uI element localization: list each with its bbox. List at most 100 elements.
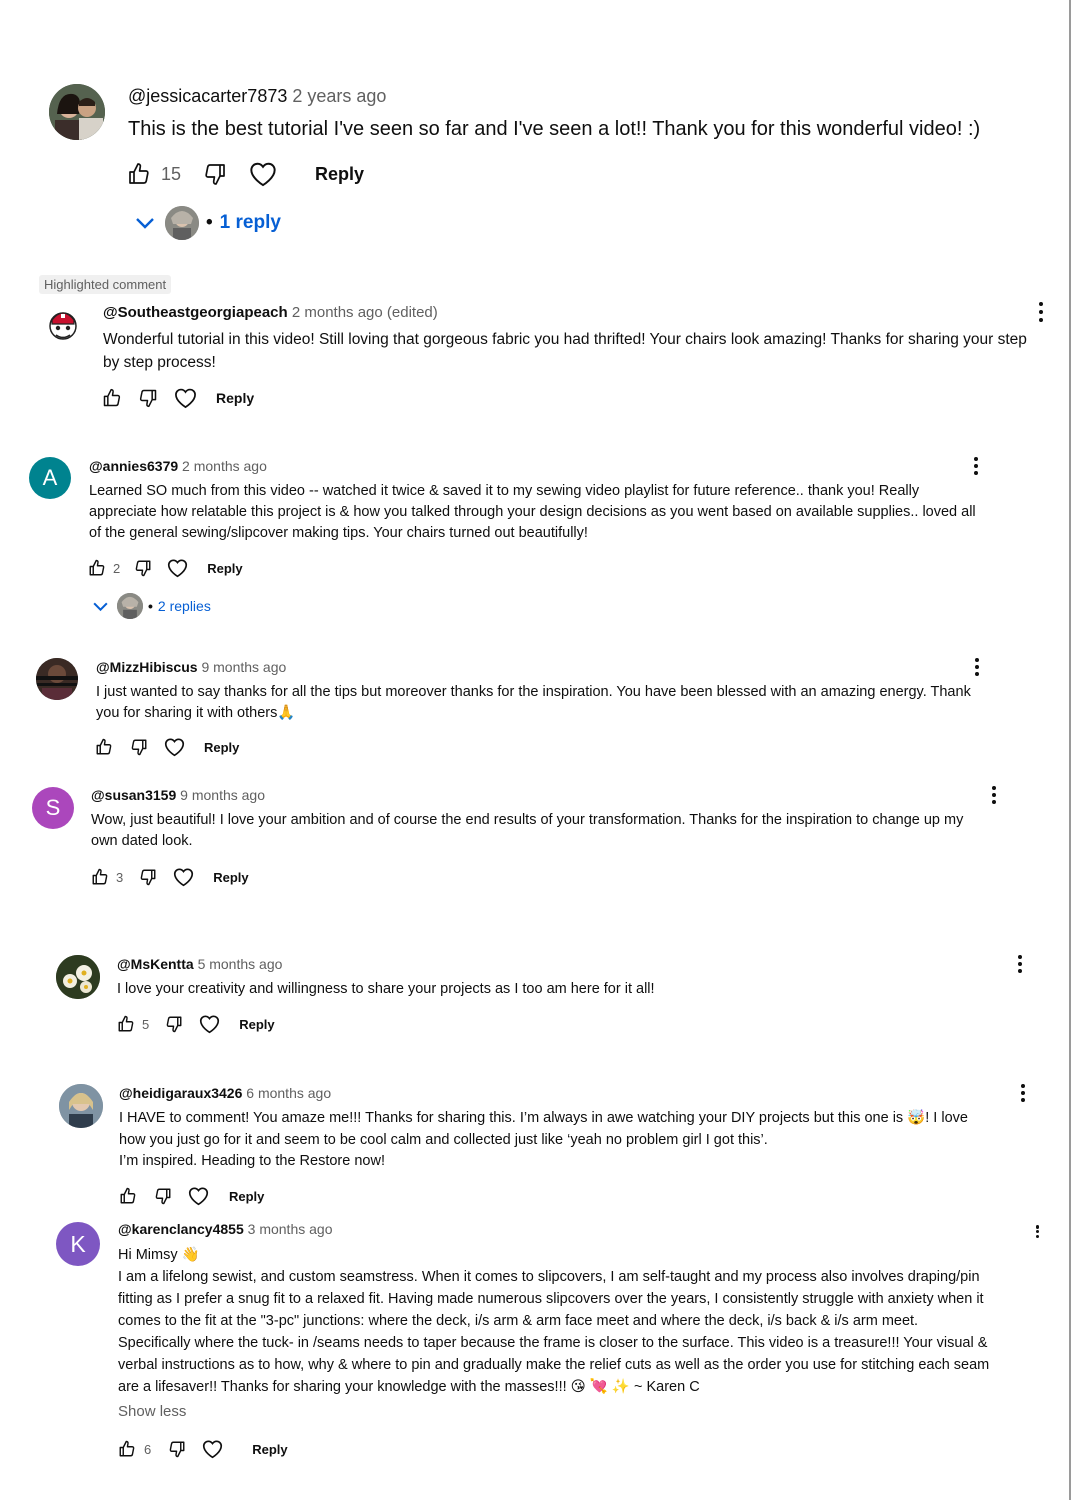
comment-author[interactable]: @MsKentta xyxy=(117,956,194,972)
dislike-button[interactable] xyxy=(168,1440,186,1458)
comment-author[interactable]: @karenclancy4855 xyxy=(118,1221,244,1237)
comment-text-line: I love your creativity and willingness t… xyxy=(117,981,655,997)
comment-text-line: you for sharing it with others🙏 xyxy=(96,705,296,721)
dislike-button[interactable] xyxy=(154,1187,172,1205)
comment-author[interactable]: @heidigaraux3426 xyxy=(119,1085,242,1101)
heart-button[interactable] xyxy=(173,867,194,887)
thumb-up-icon xyxy=(96,738,112,755)
heart-button[interactable] xyxy=(188,1186,209,1206)
heart-button[interactable] xyxy=(202,1439,223,1459)
dislike-button[interactable] xyxy=(139,868,157,886)
comment-time[interactable]: 9 months ago xyxy=(180,787,265,803)
avatar[interactable]: A xyxy=(29,457,71,499)
more-options-icon[interactable] xyxy=(1017,955,1023,973)
reply-button[interactable]: Reply xyxy=(229,1189,264,1204)
heart-icon xyxy=(188,1187,209,1206)
comment-text-line: comes to the fit at the "3-pc" junctions… xyxy=(118,1313,919,1329)
like-button[interactable]: 3 xyxy=(91,868,123,886)
thumb-up-icon xyxy=(92,868,108,885)
more-options-icon[interactable] xyxy=(1038,302,1044,322)
like-button[interactable]: 15 xyxy=(127,162,181,186)
comment-time[interactable]: 2 months ago (edited) xyxy=(292,304,438,321)
chevron-down-icon xyxy=(136,218,154,229)
heart-button[interactable] xyxy=(167,558,188,578)
more-options-icon[interactable] xyxy=(973,457,979,475)
dislike-button[interactable] xyxy=(203,162,227,186)
avatar[interactable]: S xyxy=(32,787,74,829)
comment-author[interactable]: @MizzHibiscus xyxy=(96,659,198,675)
heart-button[interactable] xyxy=(164,737,185,757)
dislike-button[interactable] xyxy=(134,559,152,577)
reply-button[interactable]: Reply xyxy=(239,1017,274,1032)
like-button[interactable] xyxy=(102,388,122,408)
reply-author-avatar xyxy=(165,206,199,240)
heart-icon xyxy=(164,738,185,757)
comment-time[interactable]: 9 months ago xyxy=(201,659,286,675)
like-count: 2 xyxy=(113,560,121,576)
more-options-icon[interactable] xyxy=(974,658,980,676)
comment-time[interactable]: 2 months ago xyxy=(182,458,267,474)
like-button[interactable] xyxy=(95,738,113,756)
comment-text-line: I HAVE to comment! You amaze me!!! Thank… xyxy=(119,1110,968,1126)
thumb-up-icon xyxy=(103,388,121,407)
thumb-down-icon xyxy=(139,389,157,408)
avatar[interactable]: K xyxy=(56,1222,100,1266)
thumb-down-icon xyxy=(135,560,151,577)
replies-label: 2 replies xyxy=(157,598,211,614)
avatar-letter: K xyxy=(70,1230,86,1257)
dislike-button[interactable] xyxy=(130,738,148,756)
comment-time[interactable]: 2 years ago xyxy=(292,86,386,106)
thumb-up-icon xyxy=(118,1015,134,1032)
comment-text-line: of the general sewing/slipcover making t… xyxy=(89,525,588,541)
more-options-icon[interactable] xyxy=(991,786,997,804)
separator-dot: • xyxy=(148,598,153,614)
comment-text-line: Wow, just beautiful! I love your ambitio… xyxy=(91,812,964,828)
like-button[interactable]: 6 xyxy=(118,1440,151,1458)
comment-text-line: This is the best tutorial I've seen so f… xyxy=(128,118,981,140)
reply-button[interactable]: Reply xyxy=(207,561,242,576)
comment-time[interactable]: 3 months ago xyxy=(248,1221,333,1237)
view-replies-button[interactable]: • 1 reply xyxy=(133,206,281,240)
heart-icon xyxy=(168,559,188,578)
avatar[interactable] xyxy=(44,306,82,344)
comment-text-line: Hi Mimsy 👋 xyxy=(118,1247,200,1263)
avatar[interactable] xyxy=(49,84,105,140)
comment-text-line: fitting as I prefer a snug fit to a rela… xyxy=(118,1291,984,1307)
reply-button[interactable]: Reply xyxy=(216,390,254,406)
reply-button[interactable]: Reply xyxy=(315,164,364,185)
like-button[interactable] xyxy=(119,1187,137,1205)
dislike-button[interactable] xyxy=(138,388,158,408)
comment-text-line: Specifically where the tuck- in /seams n… xyxy=(118,1335,988,1351)
comment-time[interactable]: 5 months ago xyxy=(198,956,283,972)
avatar-photo-icon xyxy=(117,593,143,619)
reply-button[interactable]: Reply xyxy=(204,740,239,755)
more-options-icon[interactable] xyxy=(1035,1225,1040,1238)
comment-text-line: Learned SO much from this video -- watch… xyxy=(89,483,920,499)
comment-author[interactable]: @susan3159 xyxy=(91,787,176,803)
more-options-icon[interactable] xyxy=(1020,1084,1026,1102)
heart-button[interactable] xyxy=(174,387,197,409)
reply-button[interactable]: Reply xyxy=(252,1442,287,1457)
avatar[interactable] xyxy=(56,955,100,999)
comment-time[interactable]: 6 months ago xyxy=(246,1085,331,1101)
dislike-button[interactable] xyxy=(165,1015,183,1033)
view-replies-button[interactable]: • 2 replies xyxy=(91,593,211,619)
avatar[interactable] xyxy=(36,658,78,700)
thumb-down-icon xyxy=(166,1016,182,1033)
heart-button[interactable] xyxy=(249,161,277,187)
thumb-up-icon xyxy=(120,1187,136,1204)
thumb-up-icon xyxy=(129,163,149,184)
heart-button[interactable] xyxy=(199,1014,220,1034)
like-button[interactable]: 5 xyxy=(117,1015,149,1033)
like-button[interactable]: 2 xyxy=(88,559,120,577)
show-less-button[interactable]: Show less xyxy=(118,1403,186,1420)
highlighted-comment-badge: Highlighted comment xyxy=(39,275,172,294)
comment-text-line: are a lifesaver!! Thanks for sharing you… xyxy=(118,1379,700,1395)
comment-author[interactable]: @jessicacarter7873 xyxy=(128,86,287,106)
avatar[interactable] xyxy=(59,1084,103,1128)
comment-author[interactable]: @annies6379 xyxy=(89,458,178,474)
heart-icon xyxy=(203,1440,223,1459)
avatar-photo-icon xyxy=(59,1084,103,1128)
reply-button[interactable]: Reply xyxy=(213,870,248,885)
comment-author[interactable]: @Southeastgeorgiapeach xyxy=(103,304,288,321)
